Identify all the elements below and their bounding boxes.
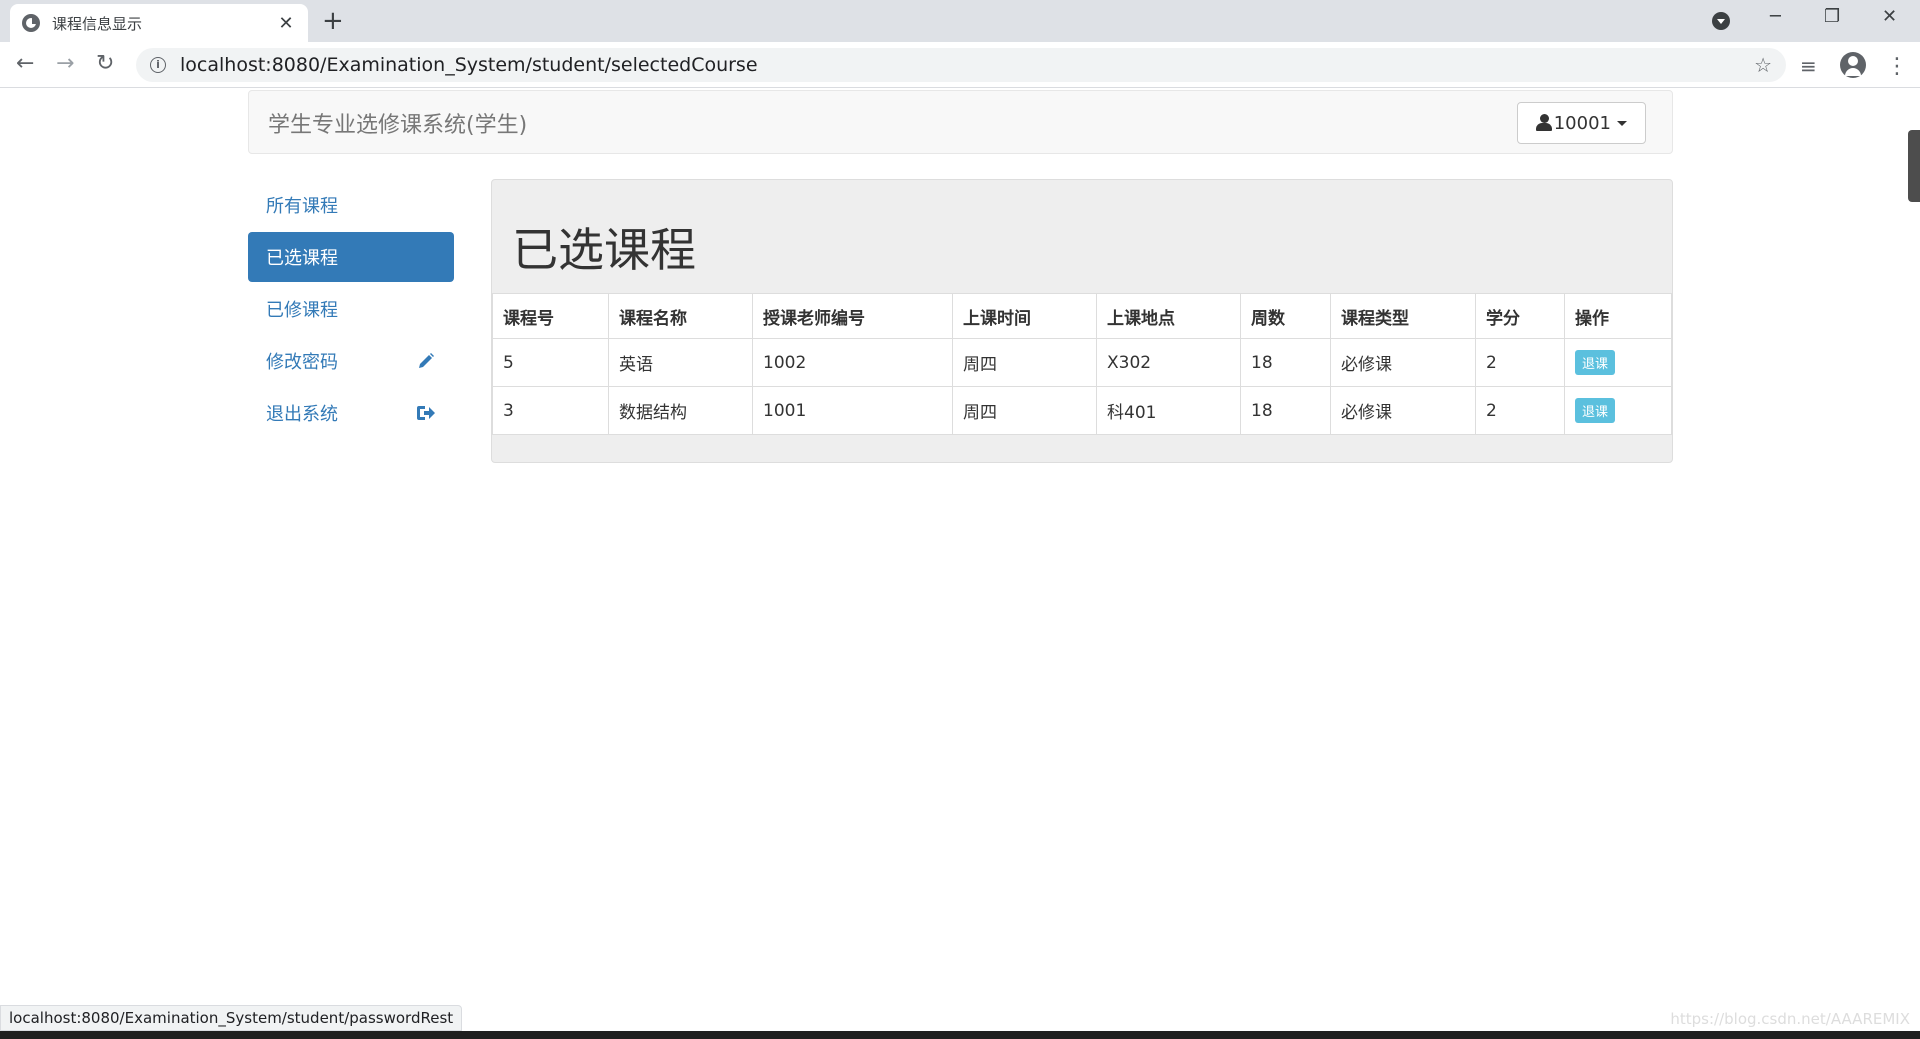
sidebar: 所有课程 已选课程 已修课程 修改密码 退出系统 xyxy=(248,180,454,440)
watermark: https://blog.csdn.net/AAAREMIX xyxy=(1670,1010,1910,1028)
pencil-icon xyxy=(416,351,436,371)
tab-close-icon[interactable]: ✕ xyxy=(276,13,296,34)
column-header: 课程号 xyxy=(492,293,609,339)
media-icon[interactable]: ≡ xyxy=(1800,54,1817,78)
app-brand[interactable]: 学生专业选修课系统(学生) xyxy=(268,107,527,139)
table-cell: 3 xyxy=(492,386,609,435)
url-text[interactable]: localhost:8080/Examination_System/studen… xyxy=(180,54,1754,76)
logout-icon xyxy=(416,403,436,423)
forward-button[interactable]: → xyxy=(56,52,74,76)
column-header: 课程名称 xyxy=(608,293,753,339)
sidebar-item-label: 已选课程 xyxy=(266,248,338,269)
table-cell: 2 xyxy=(1475,386,1565,435)
caret-down-icon xyxy=(1617,120,1627,126)
table-cell: 2 xyxy=(1475,338,1565,387)
table-row: 5 英语 1002 周四 X302 18 必修课 2 退课 xyxy=(492,338,1672,387)
user-dropdown-button[interactable]: 10001 xyxy=(1516,102,1646,144)
table-cell: 数据结构 xyxy=(608,386,753,435)
restore-button[interactable]: ❐ xyxy=(1824,6,1840,27)
sidebar-item-logout[interactable]: 退出系统 xyxy=(248,388,454,438)
column-header: 课程类型 xyxy=(1330,293,1476,339)
column-header: 上课地点 xyxy=(1096,293,1241,339)
globe-icon xyxy=(22,14,40,32)
table-cell: 英语 xyxy=(608,338,753,387)
app-navbar: 学生专业选修课系统(学生) 10001 xyxy=(248,90,1673,154)
column-header: 周数 xyxy=(1240,293,1331,339)
tab-title: 课程信息显示 xyxy=(52,14,143,33)
sidebar-item-label: 已修课程 xyxy=(266,300,338,321)
selected-courses-panel: 已选课程 课程号 课程名称 授课老师编号 上课时间 上课地点 周数 课程类型 学… xyxy=(491,179,1673,463)
window-close-button[interactable]: ✕ xyxy=(1882,6,1897,27)
os-taskbar xyxy=(0,1031,1920,1039)
sidebar-item-label: 所有课程 xyxy=(266,196,338,217)
link-status-bar: localhost:8080/Examination_System/studen… xyxy=(0,1005,463,1031)
table-cell: 1001 xyxy=(752,386,953,435)
user-icon xyxy=(1535,114,1552,132)
sidebar-item-completed-courses[interactable]: 已修课程 xyxy=(248,284,454,334)
bookmark-star-icon[interactable]: ☆ xyxy=(1754,53,1772,77)
browser-menu-icon[interactable]: ⋮ xyxy=(1886,54,1908,79)
back-button[interactable]: ← xyxy=(16,52,34,76)
sidebar-item-all-courses[interactable]: 所有课程 xyxy=(248,180,454,230)
scrollbar-thumb[interactable] xyxy=(1908,130,1920,202)
browser-tab-bar: 课程信息显示 ✕ + ─ ❐ ✕ xyxy=(0,0,1920,42)
column-header: 上课时间 xyxy=(952,293,1097,339)
courses-table: 课程号 课程名称 授课老师编号 上课时间 上课地点 周数 课程类型 学分 操作 … xyxy=(492,293,1672,435)
profile-avatar-icon[interactable] xyxy=(1840,52,1866,78)
column-header: 授课老师编号 xyxy=(752,293,953,339)
column-header: 操作 xyxy=(1564,293,1672,339)
table-cell: 科401 xyxy=(1096,386,1241,435)
table-header-row: 课程号 课程名称 授课老师编号 上课时间 上课地点 周数 课程类型 学分 操作 xyxy=(492,293,1672,339)
drop-course-button[interactable]: 退课 xyxy=(1575,398,1616,423)
page-title: 已选课程 xyxy=(512,223,696,277)
tab-search-icon[interactable] xyxy=(1712,12,1730,30)
drop-course-button[interactable]: 退课 xyxy=(1575,350,1616,375)
table-cell: 必修课 xyxy=(1330,386,1476,435)
table-cell: 必修课 xyxy=(1330,338,1476,387)
minimize-button[interactable]: ─ xyxy=(1770,6,1781,27)
address-bar[interactable]: i localhost:8080/Examination_System/stud… xyxy=(136,48,1786,82)
action-cell: 退课 xyxy=(1564,338,1672,387)
table-cell: 1002 xyxy=(752,338,953,387)
table-row: 3 数据结构 1001 周四 科401 18 必修课 2 退课 xyxy=(492,386,1672,435)
sidebar-item-label: 修改密码 xyxy=(266,352,338,373)
sidebar-item-change-password[interactable]: 修改密码 xyxy=(248,336,454,386)
user-id: 10001 xyxy=(1553,112,1611,134)
table-cell: 18 xyxy=(1240,386,1331,435)
info-icon[interactable]: i xyxy=(150,57,166,73)
new-tab-button[interactable]: + xyxy=(322,7,344,35)
action-cell: 退课 xyxy=(1564,386,1672,435)
column-header: 学分 xyxy=(1475,293,1565,339)
browser-toolbar: ← → ↻ i localhost:8080/Examination_Syste… xyxy=(0,42,1920,88)
reload-button[interactable]: ↻ xyxy=(96,52,114,76)
table-cell: X302 xyxy=(1096,338,1241,387)
sidebar-item-selected-courses[interactable]: 已选课程 xyxy=(248,232,454,282)
table-cell: 5 xyxy=(492,338,609,387)
sidebar-item-label: 退出系统 xyxy=(266,404,338,425)
table-cell: 周四 xyxy=(952,386,1097,435)
table-cell: 周四 xyxy=(952,338,1097,387)
table-cell: 18 xyxy=(1240,338,1331,387)
browser-tab[interactable]: 课程信息显示 ✕ xyxy=(10,4,308,42)
